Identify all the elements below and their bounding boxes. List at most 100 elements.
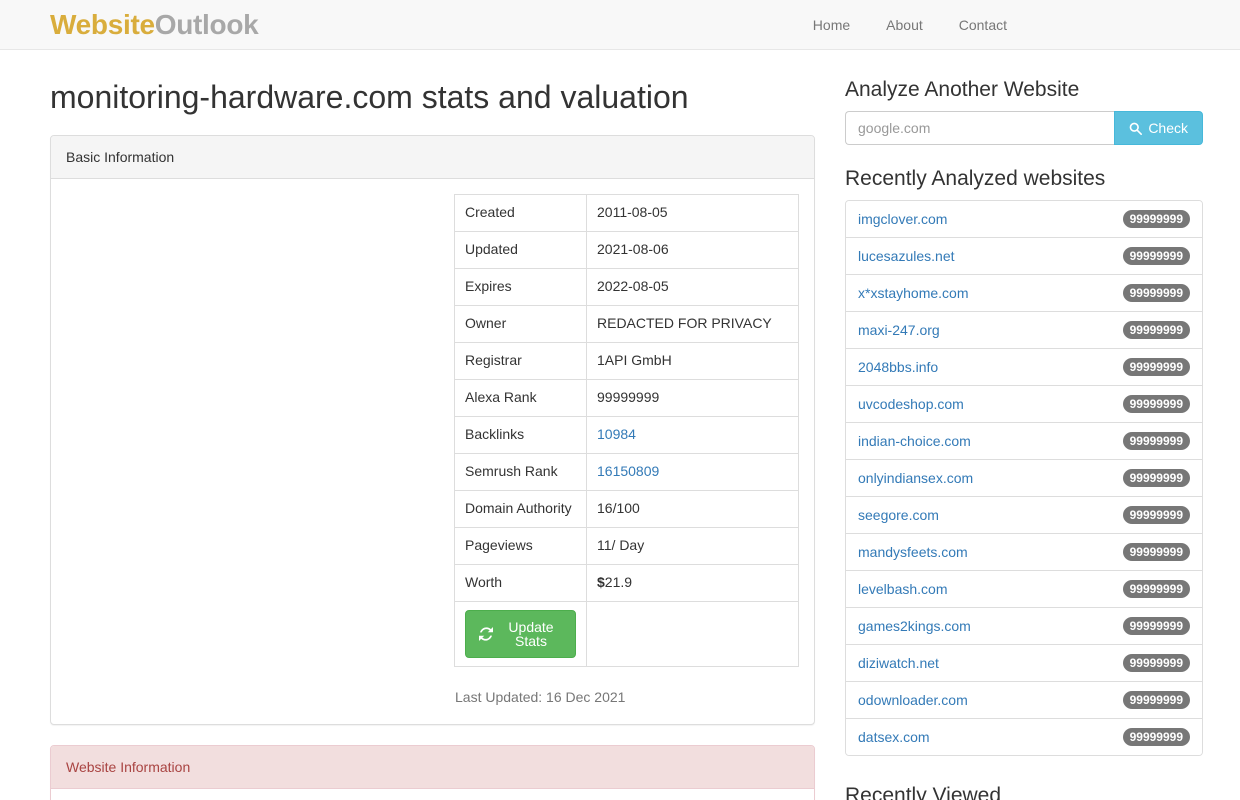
table-row: Owner REDACTED FOR PRIVACY — [455, 306, 799, 343]
stats-value: 2011-08-05 — [587, 195, 799, 232]
website-information-heading: Website Information — [51, 746, 814, 789]
nav-item-home[interactable]: Home — [795, 0, 868, 50]
basic-information-panel: Basic Information Created 2011-08-05 U — [50, 135, 815, 725]
table-row: Worth $21.9 — [455, 565, 799, 602]
recently-analyzed-heading: Recently Analyzed websites — [845, 167, 1190, 190]
nav-item-about[interactable]: About — [868, 0, 941, 50]
site-thumbnail-placeholder — [66, 194, 454, 195]
stats-value: 10984 — [587, 417, 799, 454]
stats-value: 99999999 — [587, 380, 799, 417]
site-link[interactable]: onlyindiansex.com — [858, 470, 973, 487]
list-item[interactable]: imgclover.com 99999999 — [846, 201, 1202, 237]
stats-value: 1API GmbH — [587, 343, 799, 380]
check-button[interactable]: Check — [1114, 111, 1203, 145]
worth-amount: 21.9 — [605, 574, 632, 590]
refresh-icon — [479, 627, 493, 641]
site-link[interactable]: seegore.com — [858, 507, 939, 524]
site-link[interactable]: games2kings.com — [858, 618, 971, 635]
site-link[interactable]: lucesazules.net — [858, 248, 955, 265]
search-input[interactable] — [845, 111, 1114, 145]
currency-symbol: $ — [597, 574, 605, 590]
semrush-rank-link[interactable]: 16150809 — [597, 463, 659, 479]
check-button-label: Check — [1148, 120, 1188, 136]
stats-label: Backlinks — [455, 417, 587, 454]
page-title: monitoring-hardware.com stats and valuat… — [50, 80, 815, 115]
status-badge: 99999999 — [1123, 358, 1190, 376]
list-item[interactable]: x*xstayhome.com99999999 — [846, 274, 1202, 311]
update-stats-empty-cell — [587, 602, 799, 667]
table-row: Alexa Rank 99999999 — [455, 380, 799, 417]
stats-value: 16/100 — [587, 491, 799, 528]
status-badge: 99999999 — [1123, 543, 1190, 561]
stats-column: Created 2011-08-05 Updated 2021-08-06 Ex… — [454, 194, 799, 709]
list-item[interactable]: maxi-247.org99999999 — [846, 311, 1202, 348]
list-item[interactable]: indian-choice.com 99999999 — [846, 422, 1202, 459]
status-badge: 99999999 — [1123, 654, 1190, 672]
list-item[interactable]: diziwatch.net 99999999 — [846, 644, 1202, 681]
site-link[interactable]: odownloader.com — [858, 692, 968, 709]
recently-analyzed-list: imgclover.com99999999 lucesazules.net999… — [845, 200, 1203, 756]
table-row: Created 2011-08-05 — [455, 195, 799, 232]
site-link[interactable]: diziwatch.net — [858, 655, 939, 672]
site-link[interactable]: levelbash.com — [858, 581, 948, 598]
site-header: WebsiteOutlook Home About Contact — [0, 0, 1240, 50]
list-item[interactable]: lucesazules.net99999999 — [846, 237, 1202, 274]
list-item[interactable]: games2kings.com99999999 — [846, 607, 1202, 644]
list-item[interactable]: mandysfeets.com 99999999 — [846, 533, 1202, 570]
stats-value: 2021-08-06 — [587, 232, 799, 269]
status-badge: 99999999 — [1123, 691, 1190, 709]
update-stats-cell: Update Stats — [455, 602, 587, 667]
site-link[interactable]: uvcodeshop.com — [858, 396, 964, 413]
stats-value: REDACTED FOR PRIVACY — [587, 306, 799, 343]
recently-viewed-heading: Recently Viewed — [845, 784, 1190, 800]
basic-information-body: Created 2011-08-05 Updated 2021-08-06 Ex… — [51, 179, 814, 724]
site-link[interactable]: datsex.com — [858, 729, 930, 746]
status-badge: 99999999 — [1123, 506, 1190, 524]
list-item[interactable]: onlyindiansex.com 99999999 — [846, 459, 1202, 496]
status-badge: 99999999 — [1123, 469, 1190, 487]
analyze-search-group: Check — [845, 111, 1203, 145]
backlinks-link[interactable]: 10984 — [597, 426, 636, 442]
status-badge: 99999999 — [1123, 728, 1190, 746]
stats-label-worth: Worth — [455, 565, 587, 602]
list-item[interactable]: datsex.com 99999999 — [846, 718, 1202, 755]
site-link[interactable]: indian-choice.com — [858, 433, 971, 450]
logo-text-secondary: Outlook — [155, 9, 259, 40]
stats-label: Expires — [455, 269, 587, 306]
table-row: Registrar 1API GmbH — [455, 343, 799, 380]
update-stats-button[interactable]: Update Stats — [465, 610, 576, 658]
stats-label: Domain Authority — [455, 491, 587, 528]
list-item[interactable]: odownloader.com 99999999 — [846, 681, 1202, 718]
list-item[interactable]: uvcodeshop.com 99999999 — [846, 385, 1202, 422]
sidebar-column: Analyze Another Website Check Recently A… — [830, 50, 1190, 800]
website-information-panel: Website Information Title Monitoring Har… — [50, 745, 815, 800]
list-item[interactable]: levelbash.com99999999 — [846, 570, 1202, 607]
table-row: Updated 2021-08-06 — [455, 232, 799, 269]
stats-label: Semrush Rank — [455, 454, 587, 491]
table-row: Update Stats — [455, 602, 799, 667]
search-icon — [1129, 122, 1142, 135]
update-stats-label: Update Stats — [500, 620, 562, 648]
site-link[interactable]: x*xstayhome.com — [858, 285, 968, 302]
nav-item-contact[interactable]: Contact — [941, 0, 1025, 50]
status-badge: 99999999 — [1123, 395, 1190, 413]
table-row: Expires 2022-08-05 — [455, 269, 799, 306]
stats-value: 2022-08-05 — [587, 269, 799, 306]
list-item[interactable]: 2048bbs.info 99999999 — [846, 348, 1202, 385]
status-badge: 99999999 — [1123, 210, 1190, 228]
site-link[interactable]: imgclover.com — [858, 211, 947, 228]
site-link[interactable]: maxi-247.org — [858, 322, 940, 339]
page-container: monitoring-hardware.com stats and valuat… — [0, 50, 1240, 800]
table-row: Pageviews 11/ Day — [455, 528, 799, 565]
site-link[interactable]: mandysfeets.com — [858, 544, 968, 561]
status-badge: 99999999 — [1123, 432, 1190, 450]
site-link[interactable]: 2048bbs.info — [858, 359, 938, 376]
last-updated-text: Last Updated: 16 Dec 2021 — [454, 689, 799, 705]
site-logo[interactable]: WebsiteOutlook — [50, 11, 258, 39]
stats-table-body: Created 2011-08-05 Updated 2021-08-06 Ex… — [455, 195, 799, 667]
list-item[interactable]: seegore.com 99999999 — [846, 496, 1202, 533]
stats-label: Created — [455, 195, 587, 232]
stats-table: Created 2011-08-05 Updated 2021-08-06 Ex… — [454, 194, 799, 667]
stats-label: Owner — [455, 306, 587, 343]
logo-text-primary: Website — [50, 9, 155, 40]
